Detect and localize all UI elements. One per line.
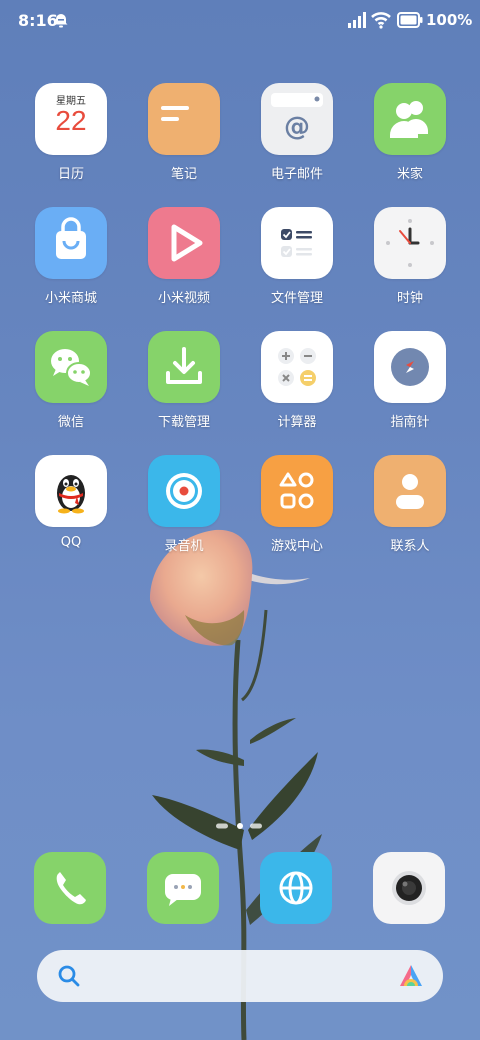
notes-icon bbox=[148, 83, 220, 155]
app-label: 米家 bbox=[396, 167, 423, 182]
battery-icon bbox=[397, 12, 423, 28]
app-compass[interactable]: 指南针 bbox=[360, 331, 460, 430]
app-label: QQ bbox=[60, 535, 82, 550]
dock-phone[interactable] bbox=[34, 852, 106, 924]
app-wechat[interactable]: 微信 bbox=[21, 331, 121, 430]
mijia-icon bbox=[374, 83, 446, 155]
app-label: 下载管理 bbox=[157, 415, 210, 430]
game-center-icon bbox=[261, 455, 333, 527]
qq-penguin-icon bbox=[35, 455, 107, 527]
email-icon: @ bbox=[261, 83, 333, 155]
app-calculator[interactable]: 计算器 bbox=[247, 331, 347, 430]
browser-icon bbox=[279, 871, 313, 905]
phone-icon bbox=[56, 872, 86, 905]
alarm-bell-icon bbox=[54, 14, 68, 28]
app-label: 微信 bbox=[57, 415, 84, 430]
battery-percentage: 100% bbox=[426, 11, 473, 29]
app-label: 联系人 bbox=[390, 539, 430, 554]
svg-text:@: @ bbox=[284, 112, 310, 142]
download-icon bbox=[148, 331, 220, 403]
app-label: 游戏中心 bbox=[270, 539, 323, 554]
play-icon bbox=[148, 207, 220, 279]
app-label: 指南针 bbox=[390, 415, 430, 430]
app-contacts[interactable]: 联系人 bbox=[360, 455, 460, 554]
app-calendar[interactable]: 星期五 22 日历 bbox=[21, 83, 121, 182]
calendar-icon: 星期五 22 bbox=[35, 83, 107, 155]
app-clock[interactable]: 时钟 bbox=[360, 207, 460, 306]
app-game-center[interactable]: 游戏中心 bbox=[247, 455, 347, 554]
signal-icon bbox=[348, 12, 366, 28]
page-dot-current bbox=[237, 823, 243, 829]
dock-browser[interactable] bbox=[260, 852, 332, 924]
app-file-manager[interactable]: 文件管理 bbox=[247, 207, 347, 306]
messages-icon bbox=[165, 874, 201, 906]
file-manager-icon bbox=[261, 207, 333, 279]
search-bar[interactable] bbox=[37, 950, 443, 1002]
app-label: 文件管理 bbox=[270, 291, 323, 306]
app-label: 录音机 bbox=[164, 539, 204, 554]
page-dot bbox=[216, 823, 228, 829]
status-bar: 8:16 100% bbox=[0, 0, 480, 42]
app-label: 小米商城 bbox=[44, 291, 97, 306]
app-mijia[interactable]: 米家 bbox=[360, 83, 460, 182]
app-qq[interactable]: QQ bbox=[21, 455, 121, 550]
dock-camera[interactable] bbox=[373, 852, 445, 924]
app-downloads[interactable]: 下载管理 bbox=[134, 331, 234, 430]
compass-icon bbox=[374, 331, 446, 403]
app-recorder[interactable]: 录音机 bbox=[134, 455, 234, 554]
app-label: 计算器 bbox=[277, 415, 317, 430]
calendar-date: 22 bbox=[55, 105, 87, 136]
assistant-icon[interactable] bbox=[397, 962, 425, 990]
app-label: 日历 bbox=[57, 167, 84, 182]
app-label: 小米视频 bbox=[157, 291, 210, 306]
app-mi-store[interactable]: 小米商城 bbox=[21, 207, 121, 306]
app-email[interactable]: @ 电子邮件 bbox=[247, 83, 347, 182]
app-notes[interactable]: 笔记 bbox=[134, 83, 234, 182]
clock-icon bbox=[374, 207, 446, 279]
recorder-icon bbox=[148, 455, 220, 527]
app-label: 时钟 bbox=[396, 291, 423, 306]
shopping-bag-icon bbox=[35, 207, 107, 279]
camera-icon bbox=[392, 871, 426, 905]
contacts-icon bbox=[374, 455, 446, 527]
wifi-icon bbox=[371, 12, 391, 29]
calculator-icon bbox=[261, 331, 333, 403]
wechat-icon bbox=[35, 331, 107, 403]
app-label: 笔记 bbox=[170, 167, 197, 182]
app-mi-video[interactable]: 小米视频 bbox=[134, 207, 234, 306]
page-indicator bbox=[216, 823, 262, 829]
page-dot bbox=[250, 823, 262, 829]
app-label: 电子邮件 bbox=[270, 167, 323, 182]
dock-messages[interactable] bbox=[147, 852, 219, 924]
search-icon bbox=[58, 965, 80, 987]
